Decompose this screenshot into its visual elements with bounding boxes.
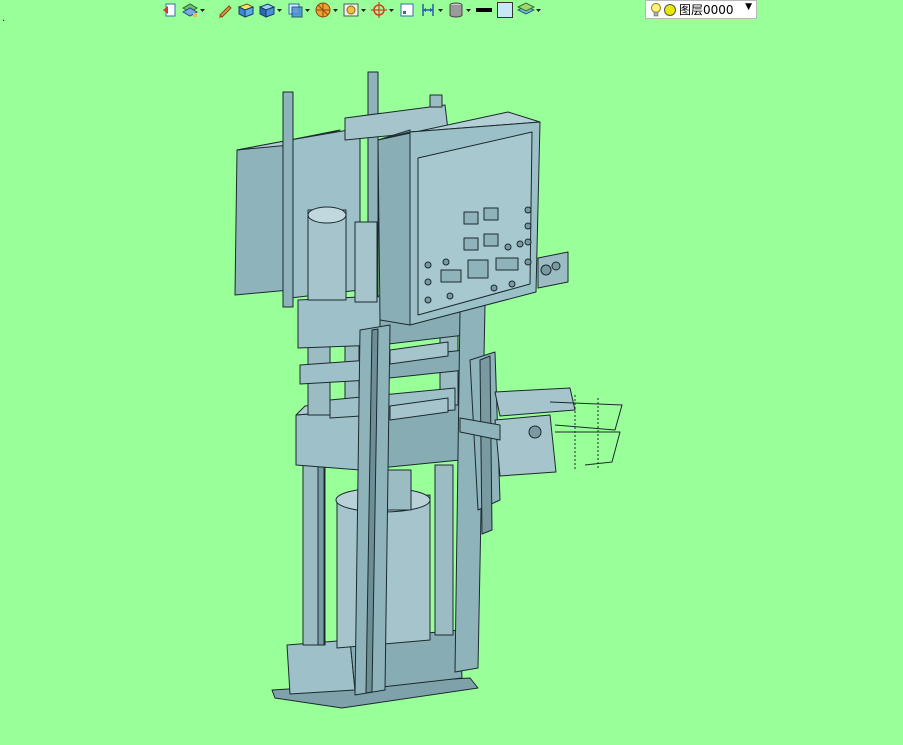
pencil-icon [219,5,232,18]
layer-stack-button[interactable] [181,1,206,19]
base-block [286,639,356,695]
guide-rod-right [434,464,454,636]
snap-target-button[interactable] [370,1,395,19]
chevron-down-icon[interactable]: ▼ [745,2,752,12]
left-housing [234,139,291,296]
layers-icon [517,2,535,15]
display-window [467,259,489,279]
color-swatch-button[interactable] [496,1,514,19]
undo-view-icon [163,3,176,17]
section-view-icon [343,3,359,17]
cylinder-icon [449,2,463,18]
color-swatch-icon [497,2,513,18]
solid-box-blue-button[interactable] [258,1,283,19]
control-cabinet-side [377,129,411,326]
meter-3 [463,237,479,251]
layer-select-value: 图层0000 [679,3,734,17]
dimension-icon [422,4,434,16]
solid-box-yellow-icon [237,3,255,18]
bulb-icon [651,2,661,16]
line-weight-icon [476,8,492,12]
model-viewport[interactable] [0,20,903,741]
render-ball-button[interactable] [314,1,339,19]
top-rod-left [282,91,294,308]
view-toolbar [160,0,542,20]
meter-2 [483,207,499,221]
render-ball-icon [315,2,331,18]
layer-color-icon [664,3,676,16]
pencil-button[interactable] [216,1,234,19]
line-weight-button[interactable] [475,1,493,19]
view-cube-icon [288,3,303,18]
small-frame-icon [400,3,414,17]
small-frame-button[interactable] [398,1,416,19]
meter-4 [483,233,499,247]
section-view-button[interactable] [342,1,367,19]
gripper-arm [494,387,576,417]
cylinder-button[interactable] [447,1,472,19]
solid-box-blue-icon [258,3,276,18]
meter-1 [463,211,479,225]
undo-view-button[interactable] [160,1,178,19]
layers-button[interactable] [517,1,542,19]
dimension-button[interactable] [419,1,444,19]
layer-stack-icon [181,3,199,17]
snap-target-icon [371,2,387,18]
lower-platen [295,409,361,471]
layer-select[interactable]: 图层0000 ▼ [645,0,757,19]
press-machine-model [234,71,623,709]
solid-box-yellow-button[interactable] [237,1,255,19]
view-cube-button[interactable] [286,1,311,19]
